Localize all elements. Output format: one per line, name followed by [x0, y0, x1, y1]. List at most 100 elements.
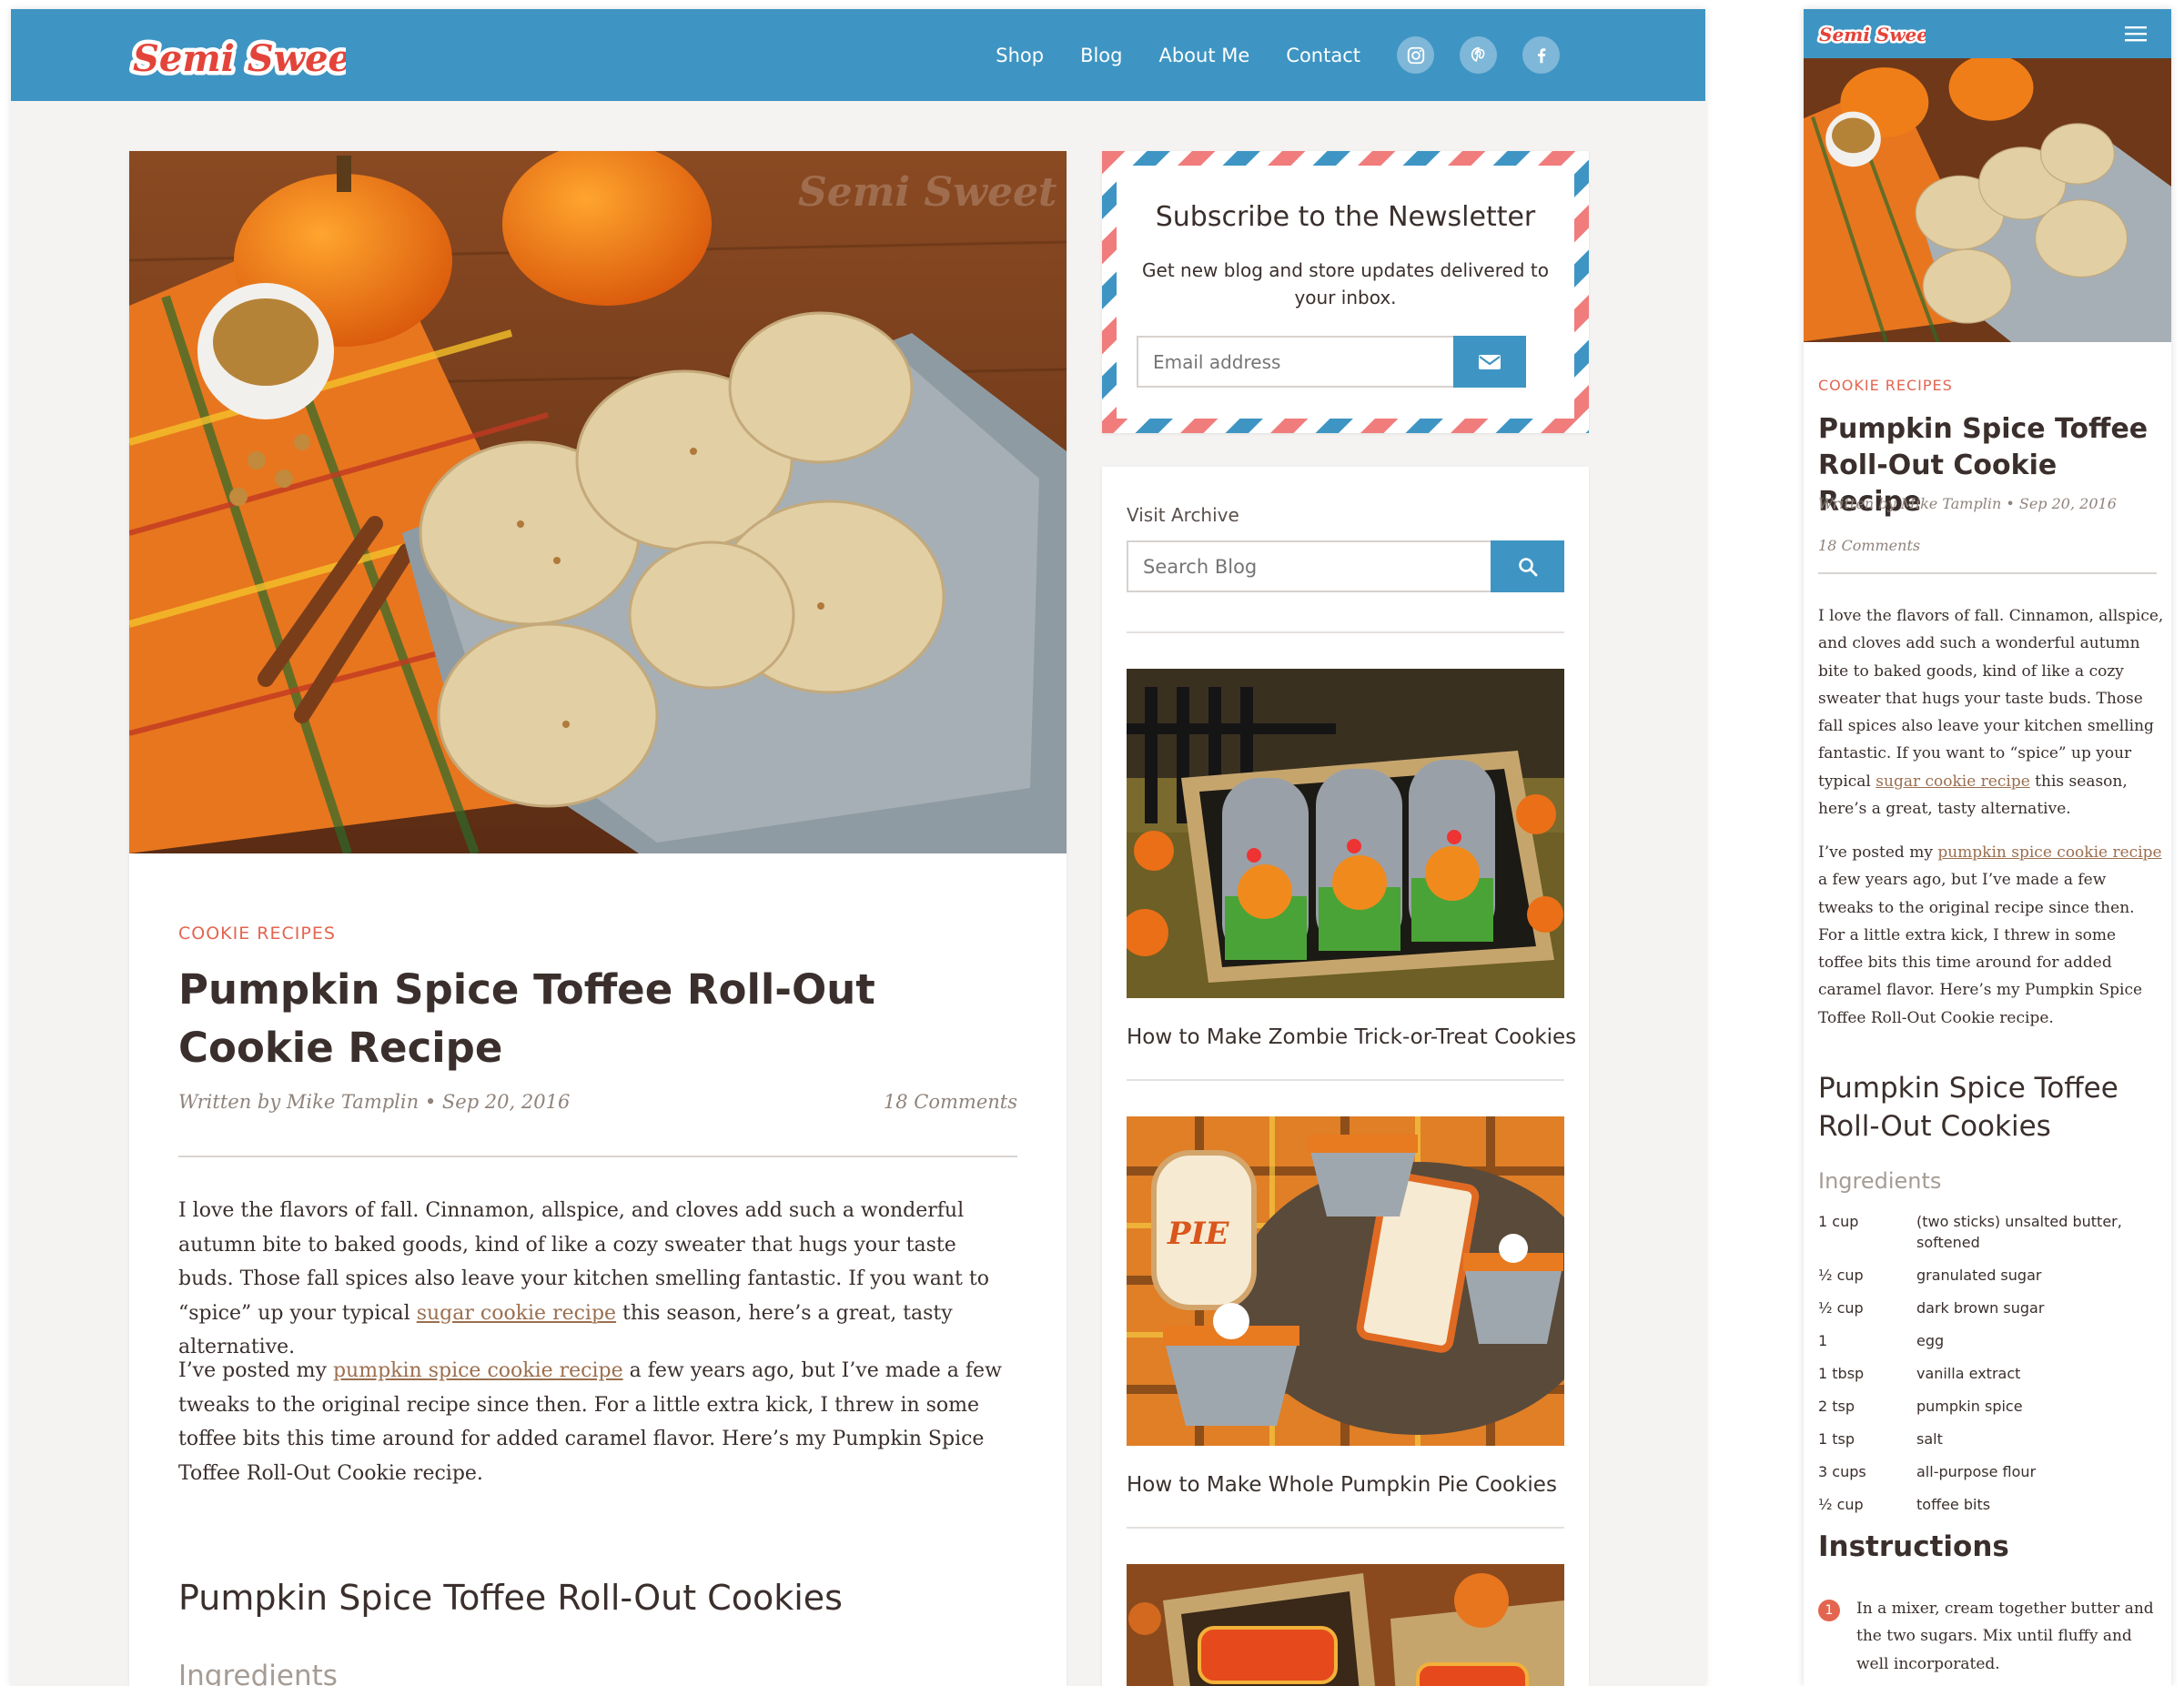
- second-text: I’ve posted my: [178, 1359, 333, 1382]
- ingredient-row: 1 cup (two sticks) unsalted butter, softe…: [1818, 1211, 2155, 1253]
- mobile-header: Semi Sweet Semi Sweet: [1804, 9, 2171, 58]
- ingredients-list: 1 cup (two sticks) unsalted butter, softe…: [1818, 1211, 2155, 1527]
- search-icon: [1518, 557, 1537, 576]
- blog-search-input[interactable]: [1127, 540, 1491, 592]
- archive-label: Visit Archive: [1127, 504, 1239, 526]
- ingredient-row: ½ cup dark brown sugar: [1818, 1297, 2155, 1318]
- comment-count[interactable]: 18 Comments: [884, 1091, 1017, 1113]
- post-thumbnail[interactable]: [1127, 1564, 1564, 1686]
- ingredient-row: 2 tsp pumpkin spice: [1818, 1396, 2155, 1417]
- article-category[interactable]: COOKIE RECIPES: [178, 924, 336, 944]
- second-paragraph: I’ve posted my pumpkin spice cookie reci…: [178, 1354, 1017, 1490]
- post-title-link[interactable]: How to Make Zombie Trick-or-Treat Cookie…: [1127, 1025, 1576, 1049]
- social-links: [1397, 36, 1560, 74]
- article-card: Semi Sweet COOKIE RECIPES Pumpkin Spice …: [129, 151, 1067, 1686]
- post-title-link[interactable]: How to Make Whole Pumpkin Pie Cookies: [1127, 1473, 1557, 1497]
- recipe-title: Pumpkin Spice Toffee Roll-Out Cookies: [178, 1578, 843, 1618]
- ingredient-qty: 1: [1818, 1332, 1828, 1349]
- pumpkin-cookie-link[interactable]: pumpkin spice cookie recipe: [1937, 843, 2161, 862]
- pumpkin-cookie-photo: [1804, 58, 2171, 342]
- pumpkin-pie-cookies-photo: PIE: [1127, 1116, 1564, 1446]
- ingredient-qty: ½ cup: [1818, 1267, 1864, 1284]
- facebook-icon[interactable]: [1522, 36, 1560, 74]
- ingredient-row: 1 tbsp vanilla extract: [1818, 1363, 2155, 1384]
- ingredient-item: egg: [1916, 1332, 1945, 1349]
- second-text-end: a few years ago, but I’ve made a few twe…: [1818, 871, 2143, 1027]
- ingredient-item: toffee bits: [1916, 1496, 1991, 1513]
- svg-text:Semi Sweet: Semi Sweet: [133, 37, 346, 80]
- article-byline: Written by Mike Tamplin • Sep 20, 2016: [1818, 495, 2117, 512]
- post-thumbnail[interactable]: [1127, 669, 1564, 998]
- envelope-icon: [1479, 354, 1501, 369]
- mobile-view: Semi Sweet Semi Sweet COOKIE RECIPES Pum…: [1804, 9, 2171, 1686]
- intro-paragraph: I love the flavors of fall. Cinnamon, al…: [1818, 602, 2164, 823]
- svg-text:PIE: PIE: [1167, 1216, 1229, 1252]
- ingredients-heading: Ingredients: [178, 1660, 338, 1686]
- ingredient-row: 1 egg: [1818, 1330, 2155, 1351]
- hero-image: [1804, 58, 2171, 342]
- nav-shop[interactable]: Shop: [996, 45, 1044, 66]
- ingredient-item: all-purpose flour: [1916, 1463, 2037, 1480]
- divider: [178, 1156, 1017, 1157]
- pinterest-icon[interactable]: [1460, 36, 1497, 74]
- article-byline: Written by Mike Tamplin • Sep 20, 2016: [178, 1091, 571, 1113]
- main-nav: Shop Blog About Me Contact: [996, 9, 1705, 101]
- ingredient-qty: 1 tsp: [1818, 1430, 1855, 1448]
- article-category[interactable]: COOKIE RECIPES: [1818, 377, 1953, 394]
- site-logo[interactable]: Semi Sweet Semi Sweet: [1816, 18, 1926, 49]
- intro-paragraph: I love the flavors of fall. Cinnamon, al…: [178, 1194, 1017, 1365]
- step-text: In a mixer, cream together butter and th…: [1856, 1600, 2154, 1673]
- instructions-heading: Instructions: [1818, 1530, 2009, 1563]
- email-input[interactable]: [1137, 336, 1453, 388]
- hamburger-menu-icon[interactable]: [2125, 25, 2147, 42]
- site-logo[interactable]: Semi Sweet Semi Sweet: [127, 27, 347, 86]
- sugar-cookie-link[interactable]: sugar cookie recipe: [1876, 772, 2030, 791]
- svg-text:Semi Sweet: Semi Sweet: [1819, 24, 1926, 45]
- ingredient-row: ½ cup toffee bits: [1818, 1494, 2155, 1515]
- divider: [1818, 572, 2157, 574]
- ingredient-item: salt: [1916, 1430, 1943, 1448]
- mobile-article: COOKIE RECIPES Pumpkin Spice Toffee Roll…: [1804, 342, 2171, 1686]
- instagram-icon[interactable]: [1397, 36, 1434, 74]
- comment-count[interactable]: 18 Comments: [1818, 537, 1920, 554]
- ingredient-item: pumpkin spice: [1916, 1398, 2023, 1415]
- search-button[interactable]: [1491, 540, 1564, 592]
- ingredient-qty: 1 cup: [1818, 1213, 1859, 1230]
- svg-text:Semi Sweet: Semi Sweet: [798, 169, 1057, 216]
- nav-contact[interactable]: Contact: [1286, 45, 1360, 66]
- ingredient-item: vanilla extract: [1916, 1365, 2021, 1382]
- step-number: 1: [1818, 1600, 1840, 1621]
- pumpkin-cookie-link[interactable]: pumpkin spice cookie recipe: [333, 1359, 623, 1382]
- sugar-cookie-link[interactable]: sugar cookie recipe: [417, 1302, 616, 1325]
- nav-blog[interactable]: Blog: [1080, 45, 1122, 66]
- ingredient-qty: ½ cup: [1818, 1299, 1864, 1317]
- second-text: I’ve posted my: [1818, 843, 1938, 862]
- newsletter-title: Subscribe to the Newsletter: [1155, 201, 1536, 233]
- subscribe-button[interactable]: [1453, 336, 1526, 388]
- ingredient-qty: 2 tsp: [1818, 1398, 1855, 1415]
- second-paragraph: I’ve posted my pumpkin spice cookie reci…: [1818, 839, 2164, 1032]
- ingredient-row: 3 cups all-purpose flour: [1818, 1461, 2155, 1482]
- archive-sidebar: Visit Archive How to Make Zombie Trick-o…: [1102, 467, 1589, 1686]
- divider: [1127, 1527, 1564, 1529]
- ingredient-item: dark brown sugar: [1916, 1299, 2045, 1317]
- article-title: Pumpkin Spice Toffee Roll-Out Cookie Rec…: [178, 965, 875, 1072]
- desktop-view: Semi Sweet Semi Sweet Shop Blog About Me…: [11, 9, 1705, 1686]
- nav-about[interactable]: About Me: [1158, 45, 1249, 66]
- ingredient-item: (two sticks) unsalted butter, softened: [1916, 1213, 2122, 1251]
- ingredient-item: granulated sugar: [1916, 1267, 2042, 1284]
- newsletter-box: Subscribe to the Newsletter Get new blog…: [1102, 151, 1589, 433]
- autumn-cookies-photo: [1127, 1564, 1564, 1686]
- ingredient-qty: ½ cup: [1818, 1496, 1864, 1513]
- divider: [1127, 631, 1564, 633]
- zombie-cookies-photo: [1127, 669, 1564, 998]
- ingredient-row: 1 tsp salt: [1818, 1429, 2155, 1449]
- pumpkin-cookie-photo: Semi Sweet: [129, 151, 1067, 853]
- newsletter-text: Get new blog and store updates delivered…: [1142, 259, 1549, 308]
- ingredient-qty: 3 cups: [1818, 1463, 1866, 1480]
- post-thumbnail[interactable]: PIE: [1127, 1116, 1564, 1446]
- ingredient-qty: 1 tbsp: [1818, 1365, 1865, 1382]
- divider: [1127, 1079, 1564, 1081]
- ingredients-heading: Ingredients: [1818, 1168, 1942, 1194]
- recipe-title: Pumpkin Spice Toffee Roll-Out Cookies: [1818, 1072, 2118, 1143]
